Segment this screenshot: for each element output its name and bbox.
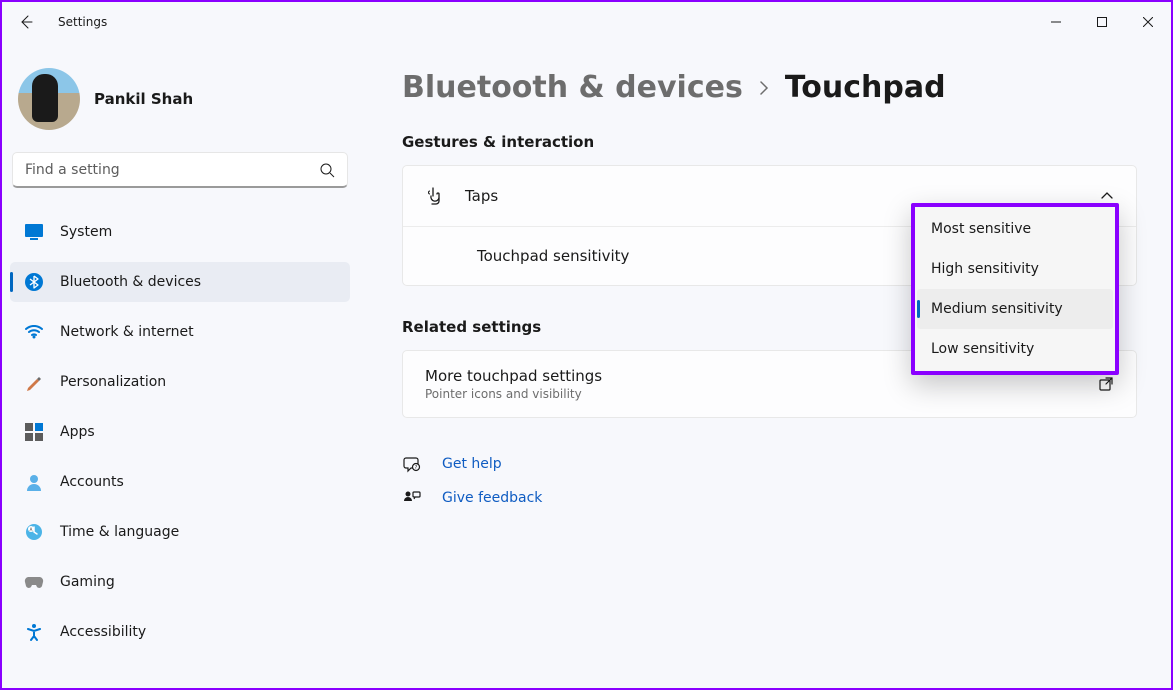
search-icon <box>319 162 335 178</box>
sidebar-item-accounts[interactable]: Accounts <box>10 462 350 502</box>
window-title: Settings <box>58 15 107 29</box>
open-external-icon <box>1098 376 1114 392</box>
svg-text:?: ? <box>415 465 418 471</box>
sidebar-item-label: Accessibility <box>60 624 146 640</box>
sidebar-item-bluetooth[interactable]: Bluetooth & devices <box>10 262 350 302</box>
dropdown-option-medium-sensitivity[interactable]: Medium sensitivity <box>917 289 1113 329</box>
sensitivity-dropdown: Most sensitive High sensitivity Medium s… <box>911 203 1119 375</box>
system-icon <box>24 222 44 242</box>
search-input[interactable] <box>25 162 319 178</box>
accessibility-icon <box>24 622 44 642</box>
sidebar-item-label: Accounts <box>60 474 124 490</box>
sidebar-item-gaming[interactable]: Gaming <box>10 562 350 602</box>
chevron-right-icon <box>757 81 771 95</box>
sidebar-item-label: System <box>60 224 112 240</box>
give-feedback-link[interactable]: Give feedback <box>402 488 1137 508</box>
more-settings-subtitle: Pointer icons and visibility <box>425 387 1098 401</box>
sidebar-item-label: Apps <box>60 424 95 440</box>
search-box[interactable] <box>12 152 348 188</box>
get-help-link[interactable]: ? Get help <box>402 454 1137 474</box>
sidebar-item-label: Time & language <box>60 524 179 540</box>
avatar <box>18 68 80 130</box>
page-title: Touchpad <box>785 70 946 105</box>
svg-text:A: A <box>30 527 33 532</box>
time-icon: A <box>24 522 44 542</box>
dropdown-option-most-sensitive[interactable]: Most sensitive <box>917 209 1113 249</box>
accounts-icon <box>24 472 44 492</box>
sidebar-item-time[interactable]: A Time & language <box>10 512 350 552</box>
minimize-button[interactable] <box>1033 6 1079 38</box>
back-button[interactable] <box>10 6 42 38</box>
sidebar-item-system[interactable]: System <box>10 212 350 252</box>
sidebar-item-label: Bluetooth & devices <box>60 274 201 290</box>
close-button[interactable] <box>1125 6 1171 38</box>
dropdown-option-low-sensitivity[interactable]: Low sensitivity <box>917 329 1113 369</box>
sidebar-item-network[interactable]: Network & internet <box>10 312 350 352</box>
feedback-text: Give feedback <box>442 490 542 506</box>
sidebar-item-label: Network & internet <box>60 324 194 340</box>
sidebar-item-apps[interactable]: Apps <box>10 412 350 452</box>
get-help-text: Get help <box>442 456 502 472</box>
bluetooth-icon <box>24 272 44 292</box>
breadcrumb-parent[interactable]: Bluetooth & devices <box>402 70 743 105</box>
tap-icon <box>425 186 445 206</box>
apps-icon <box>24 422 44 442</box>
chevron-up-icon <box>1100 189 1114 203</box>
network-icon <box>24 322 44 342</box>
gaming-icon <box>24 572 44 592</box>
sidebar-item-label: Gaming <box>60 574 115 590</box>
maximize-button[interactable] <box>1079 6 1125 38</box>
section-gestures-title: Gestures & interaction <box>402 133 1137 151</box>
sidebar-item-accessibility[interactable]: Accessibility <box>10 612 350 652</box>
sidebar-item-label: Personalization <box>60 374 166 390</box>
breadcrumb: Bluetooth & devices Touchpad <box>402 70 1137 105</box>
feedback-icon <box>402 488 422 508</box>
sidebar-item-personalization[interactable]: Personalization <box>10 362 350 402</box>
dropdown-option-high-sensitivity[interactable]: High sensitivity <box>917 249 1113 289</box>
user-profile[interactable]: Pankil Shah <box>10 50 350 148</box>
personalization-icon <box>24 372 44 392</box>
help-icon: ? <box>402 454 422 474</box>
user-name: Pankil Shah <box>94 90 193 108</box>
